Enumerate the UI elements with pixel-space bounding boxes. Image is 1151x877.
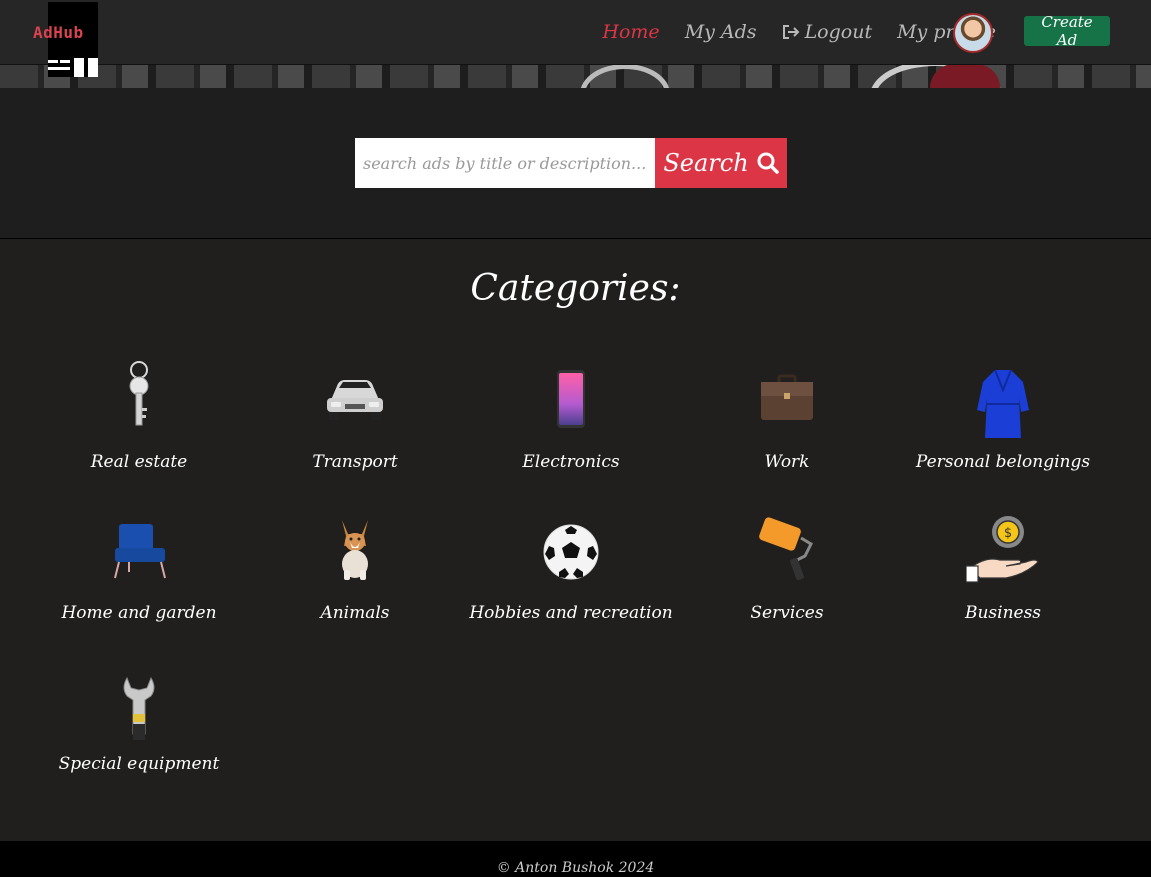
- category-label: Special equipment: [58, 754, 220, 774]
- logo-bars-graphic: [48, 58, 98, 77]
- category-business[interactable]: $ Business: [895, 512, 1111, 632]
- search-button[interactable]: Search: [655, 138, 787, 188]
- nav-logout-link[interactable]: Logout: [782, 21, 873, 43]
- dog-icon: [342, 520, 368, 580]
- user-avatar[interactable]: [953, 13, 993, 53]
- money-hand-icon: $: [966, 516, 1039, 583]
- soccer-ball-icon: [543, 524, 599, 580]
- category-home-and-garden[interactable]: Home and garden: [31, 512, 247, 632]
- footer: © Anton Bushok 2024: [0, 841, 1151, 877]
- category-personal-belongings[interactable]: Personal belongings: [895, 360, 1111, 480]
- category-label: Transport: [312, 452, 398, 472]
- category-real-estate[interactable]: Real estate: [31, 360, 247, 480]
- search-icon: [757, 152, 779, 174]
- category-label: Electronics: [522, 452, 620, 472]
- category-services[interactable]: Services: [679, 512, 895, 632]
- category-electronics[interactable]: Electronics: [463, 360, 679, 480]
- nav-home-link[interactable]: Home: [602, 21, 659, 43]
- search-button-label: Search: [663, 149, 749, 177]
- nav-home-label: Home: [602, 21, 660, 43]
- nav-logout-label: Logout: [804, 21, 873, 43]
- search-input[interactable]: [355, 138, 655, 188]
- categories-title: Categories:: [470, 268, 681, 309]
- category-transport[interactable]: Transport: [247, 360, 463, 480]
- briefcase-icon: [761, 374, 813, 420]
- category-label: Services: [750, 603, 824, 623]
- category-animals[interactable]: Animals: [247, 512, 463, 632]
- smartphone-icon: [557, 370, 585, 428]
- paint-roller-icon: [759, 517, 813, 581]
- nav-my-ads-link[interactable]: My Ads: [685, 21, 757, 43]
- search-section: Search: [0, 88, 1151, 239]
- svg-text:$: $: [1004, 526, 1012, 541]
- category-label: Hobbies and recreation: [469, 603, 673, 623]
- main-nav: Home My Ads Logout My profile: [602, 0, 996, 64]
- footer-copyright: © Anton Bushok 2024: [496, 860, 655, 876]
- category-label: Home and garden: [61, 603, 217, 623]
- create-ad-button[interactable]: Create Ad: [1024, 13, 1110, 49]
- category-label: Business: [964, 603, 1042, 623]
- category-label: Real estate: [90, 452, 188, 472]
- key-icon: [129, 361, 149, 426]
- logout-icon: [782, 25, 799, 39]
- category-work[interactable]: Work: [679, 360, 895, 480]
- car-icon: [327, 380, 383, 420]
- site-logo[interactable]: AdHub: [33, 2, 98, 77]
- top-navbar: Home My Ads Logout My profile Create Ad: [0, 0, 1151, 65]
- category-label: Work: [764, 452, 810, 472]
- category-hobbies-and-recreation[interactable]: Hobbies and recreation: [463, 512, 679, 632]
- nav-my-ads-label: My Ads: [684, 21, 757, 43]
- category-special-equipment[interactable]: Special equipment: [31, 674, 247, 794]
- robe-icon: [977, 369, 1029, 438]
- logo-text: AdHub: [33, 23, 84, 42]
- armchair-icon: [114, 524, 166, 579]
- category-label: Animals: [320, 603, 390, 623]
- category-label: Personal belongings: [915, 452, 1091, 472]
- hero-banner-strip: [0, 64, 1151, 88]
- wrench-icon: [123, 676, 155, 740]
